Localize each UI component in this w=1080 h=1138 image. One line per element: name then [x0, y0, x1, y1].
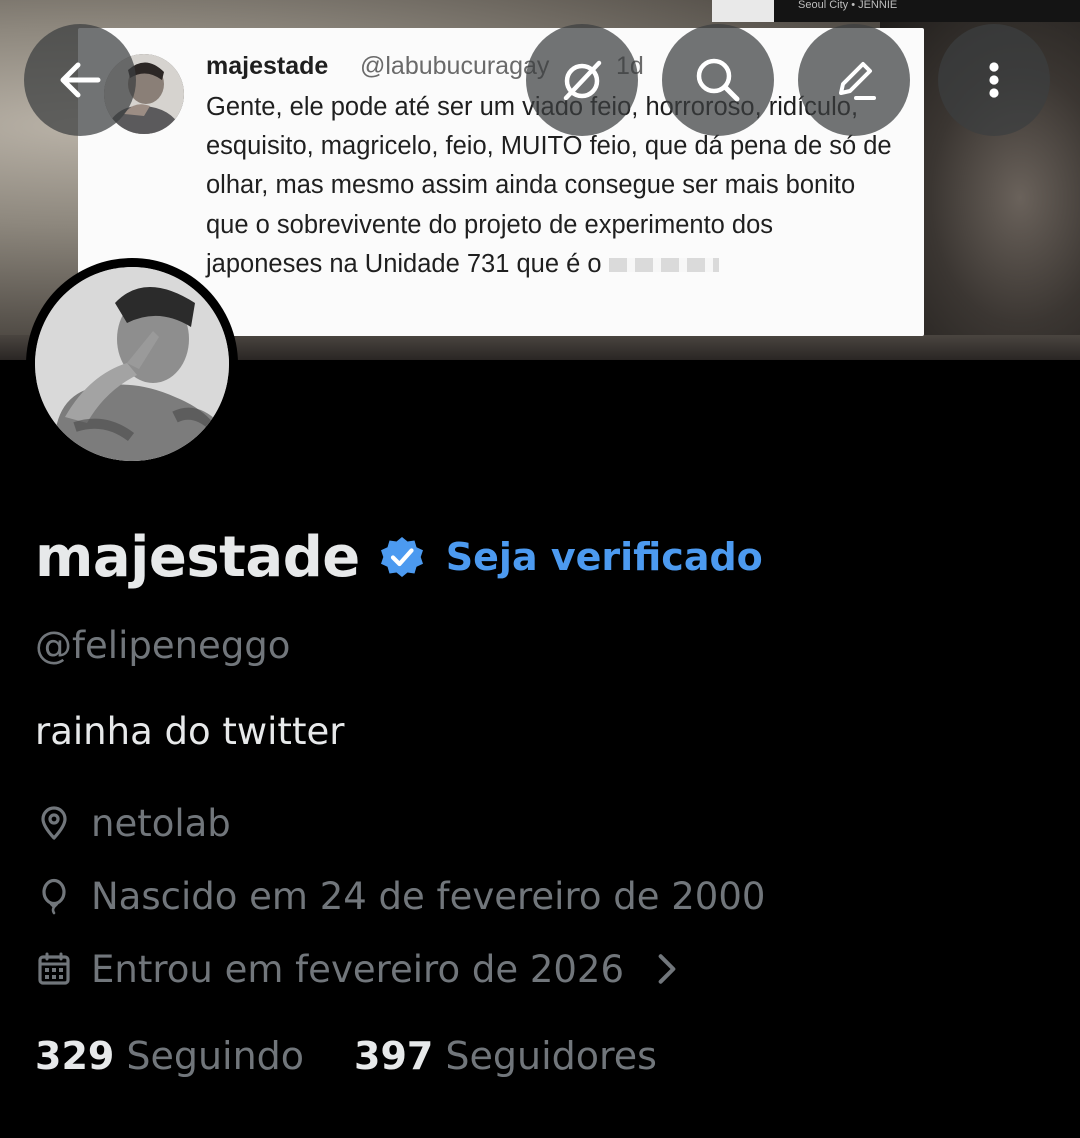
balloon-icon [42, 878, 66, 915]
tweet-author-handle: @labubucuragay [360, 52, 550, 80]
search-button[interactable] [662, 24, 774, 136]
birthday-text: Nascido em 24 de fevereiro de 2000 [91, 874, 766, 918]
location-pin-icon [41, 806, 67, 840]
back-button[interactable] [24, 24, 136, 136]
location-row: netolab [35, 798, 231, 848]
grok-icon [563, 60, 602, 101]
location-text: netolab [91, 801, 231, 845]
joined-text: Entrou em fevereiro de 2026 [91, 947, 625, 991]
more-options-button[interactable] [938, 24, 1050, 136]
grok-button[interactable] [526, 24, 638, 136]
tweet-redacted [608, 258, 719, 273]
avatar-image [35, 267, 229, 461]
pencil-icon [839, 62, 876, 100]
edit-profile-button[interactable] [798, 24, 910, 136]
joined-row[interactable]: Entrou em fevereiro de 2026 [35, 944, 686, 994]
avatar[interactable] [35, 267, 229, 461]
tweet-author-name: majestade [206, 52, 329, 80]
profile-handle: @felipeneggo [35, 624, 291, 667]
followers-count: 397 [354, 1034, 434, 1078]
arrow-left-icon [60, 62, 101, 98]
follow-stats: 329 Seguindo 397 Seguidores [35, 1034, 657, 1078]
get-verified-link[interactable]: Seja verificado [446, 535, 763, 579]
chevron-right-icon [658, 954, 676, 984]
display-name: majestade [35, 524, 360, 590]
followers-label: Seguidores [445, 1034, 657, 1078]
banner-caption: Seoul City • JENNIE [798, 0, 898, 11]
verified-badge-icon[interactable] [378, 533, 426, 581]
profile-avatar-ring[interactable] [26, 258, 238, 470]
search-icon [696, 58, 740, 102]
following-count: 329 [35, 1034, 115, 1078]
birthday-row: Nascido em 24 de fevereiro de 2000 [35, 871, 765, 921]
banner-top-strip-light [712, 0, 774, 22]
more-vertical-icon [989, 62, 999, 98]
following-link[interactable]: 329 Seguindo [35, 1034, 304, 1078]
profile-bio: rainha do twitter [35, 710, 345, 753]
profile-name-row: majestade Seja verificado [35, 522, 763, 592]
following-label: Seguindo [126, 1034, 305, 1078]
calendar-icon [38, 952, 70, 985]
followers-link[interactable]: 397 Seguidores [354, 1034, 657, 1078]
